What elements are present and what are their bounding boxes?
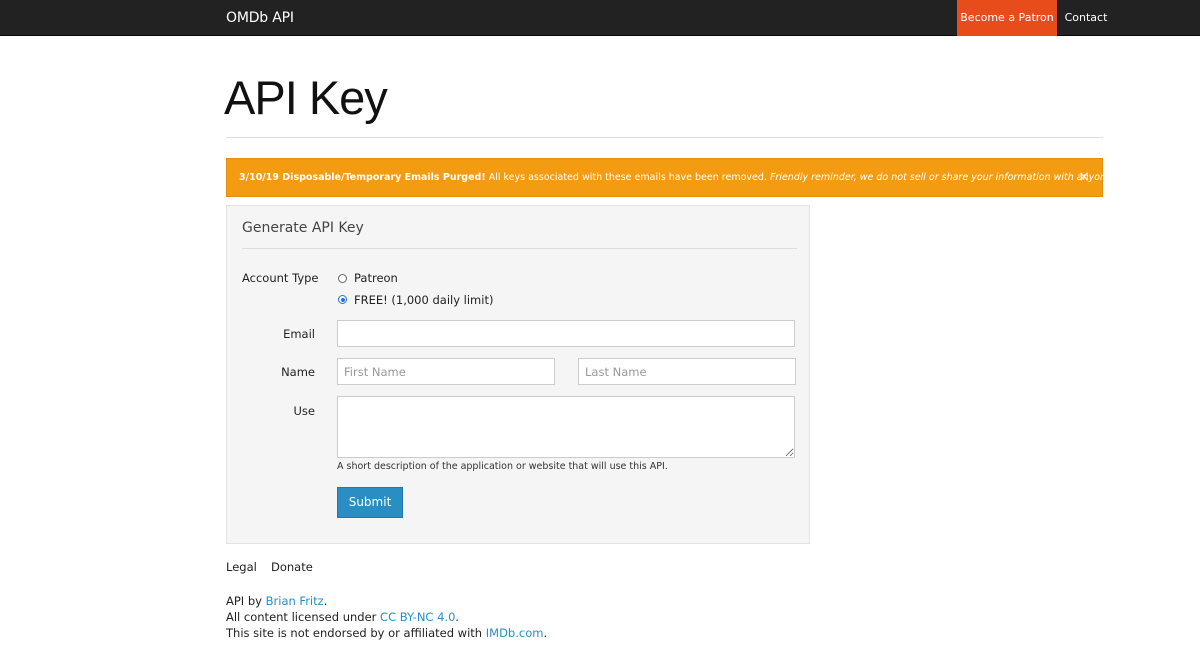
patreon-radio[interactable] [338, 274, 347, 283]
free-radio-label[interactable]: FREE! (1,000 daily limit) [354, 293, 493, 307]
title-divider [226, 137, 1103, 138]
credit-prefix: API by [226, 594, 266, 608]
page-title: API Key [224, 71, 388, 124]
account-type-label: Account Type [242, 271, 319, 285]
contact-link[interactable]: Contact [1057, 0, 1115, 36]
close-icon[interactable]: × [1078, 159, 1090, 196]
license-link[interactable]: CC BY-NC 4.0 [380, 610, 455, 624]
disclaimer-prefix: This site is not endorsed by or affiliat… [226, 626, 486, 640]
donate-link[interactable]: Donate [271, 560, 313, 574]
top-navbar: OMDb API Become a Patron Contact [0, 0, 1200, 36]
legal-link[interactable]: Legal [226, 560, 257, 574]
credit-line: API by Brian Fritz. [226, 594, 327, 608]
become-patron-link[interactable]: Become a Patron [957, 0, 1057, 36]
credit-suffix: . [323, 594, 328, 608]
license-suffix: . [455, 610, 460, 624]
patreon-radio-label[interactable]: Patreon [354, 271, 398, 285]
email-field[interactable] [337, 320, 795, 347]
last-name-input[interactable] [578, 358, 796, 385]
license-line: All content licensed under CC BY-NC 4.0. [226, 610, 459, 624]
submit-button[interactable]: Submit [337, 487, 403, 518]
license-prefix: All content licensed under [226, 610, 381, 624]
author-link[interactable]: Brian Fritz [266, 594, 324, 608]
panel-title: Generate API Key [242, 220, 364, 236]
generate-key-panel: Generate API Key Account Type Patreon FR… [226, 205, 810, 544]
email-label: Email [283, 327, 315, 341]
use-textarea[interactable] [337, 396, 795, 458]
imdb-link[interactable]: IMDb.com [486, 626, 544, 640]
warning-alert: 3/10/19 Disposable/Temporary Emails Purg… [226, 158, 1137, 197]
first-name-input[interactable] [337, 358, 555, 385]
use-label: Use [293, 404, 315, 418]
brand-link[interactable]: OMDb API [226, 0, 294, 36]
alert-plain-text: All keys associated with these emails ha… [485, 172, 770, 183]
disclaimer-line: This site is not endorsed by or affiliat… [226, 626, 547, 640]
panel-divider [242, 248, 797, 249]
disclaimer-suffix: . [543, 626, 548, 640]
name-label: Name [281, 365, 315, 379]
use-help-text: A short description of the application o… [337, 461, 668, 472]
free-radio[interactable] [338, 295, 347, 304]
alert-bold-text: 3/10/19 Disposable/Temporary Emails Purg… [239, 172, 486, 183]
